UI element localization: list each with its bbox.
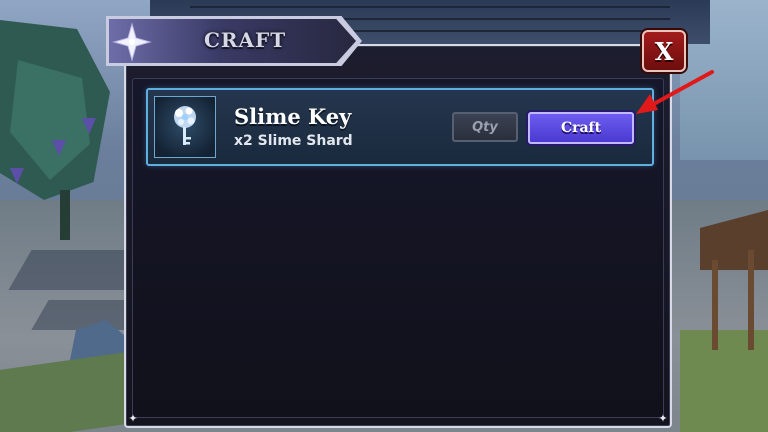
sparkle-star-icon [112,22,152,62]
bunting-flag [82,118,96,134]
item-requirement: x2 Slime Shard [234,133,353,149]
wooden-stall-leg [712,260,718,350]
window-title: CRAFT [204,28,287,52]
bunting-flag [10,168,24,184]
annotation-arrow-icon [636,70,714,114]
craft-button[interactable]: Craft [528,112,634,144]
bunting-flag [52,140,66,156]
item-slot [154,96,216,158]
item-name: Slime Key [234,104,352,129]
corner-ornament: ✦ [128,412,138,425]
tree-trunk [60,190,70,240]
recipe-row[interactable]: Slime Key x2 Slime Shard Qty Craft [146,88,654,166]
corner-ornament: ✦ [658,412,668,425]
close-icon: X [654,36,674,66]
grass-patch [680,330,768,432]
slime-key-icon [174,106,196,145]
wooden-stall-leg [748,250,754,350]
qty-button[interactable]: Qty [452,112,518,142]
